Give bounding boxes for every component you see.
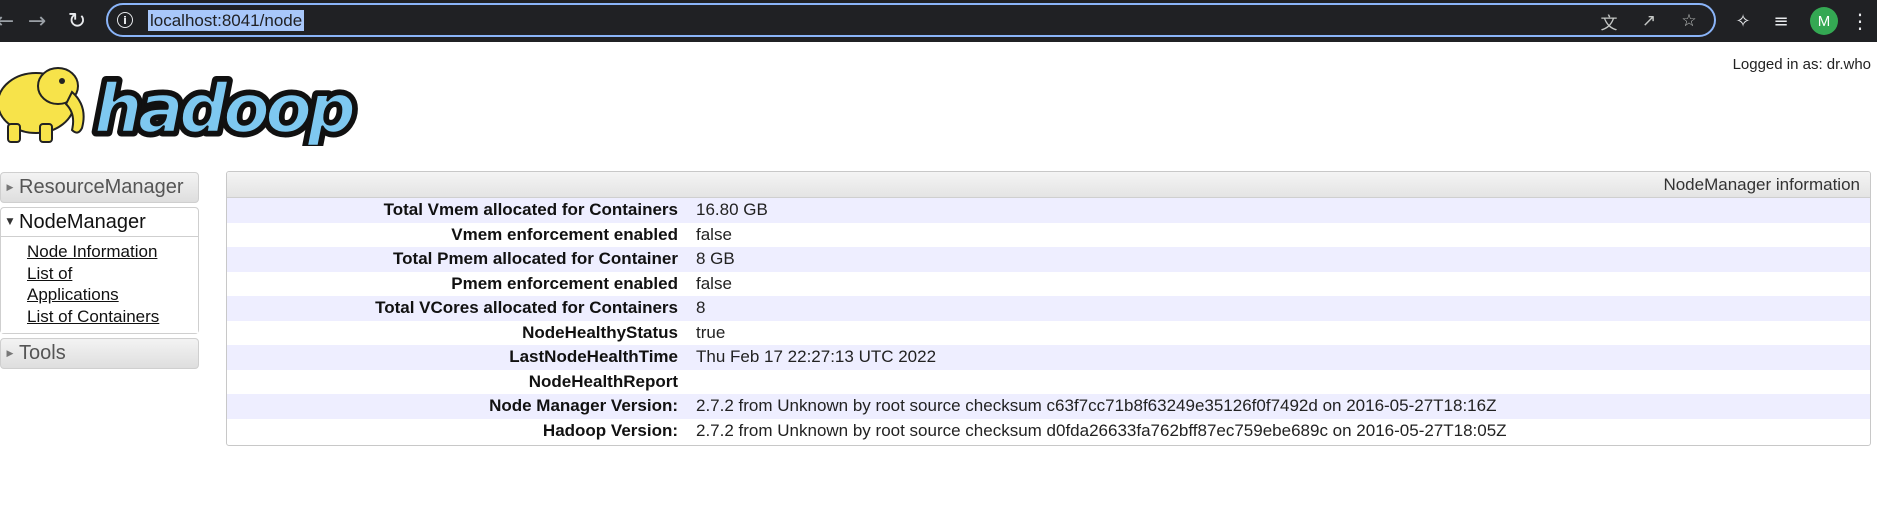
sidebar-header-nodemanager[interactable]: ▼ NodeManager (1, 208, 198, 237)
share-icon[interactable]: ↗ (1638, 10, 1660, 32)
table-row: Hadoop Version: 2.7.2 from Unknown by roo… (227, 418, 1870, 443)
svg-text:hadoop: hadoop (94, 70, 356, 146)
extensions-icon[interactable]: ✧ (1730, 8, 1756, 34)
nodemanager-info-table: NodeManager information Total Vmem alloc… (226, 171, 1871, 446)
row-value: 8 (696, 298, 706, 318)
row-key: Vmem enforcement enabled (451, 224, 678, 244)
sidebar-header-tools[interactable]: ▶ Tools (1, 339, 198, 368)
translate-icon[interactable]: 文 (1598, 10, 1620, 34)
nodemanager-links: Node Information List of Applications Li… (1, 237, 198, 333)
triangle-right-icon: ▶ (6, 348, 14, 359)
table-body: Total Vmem allocated for Containers 16.80… (227, 198, 1870, 443)
sidebar-section-resourcemanager[interactable]: ▶ ResourceManager (0, 172, 199, 203)
browser-toolbar: ← → ↻ i localhost:8041/node 文 ↗ ☆ ✧ ≡ M … (0, 0, 1877, 42)
link-list-of-applications[interactable]: List of Applications (27, 263, 167, 306)
back-arrow-icon[interactable]: ← (0, 6, 20, 36)
row-key: Total Pmem allocated for Container (393, 249, 678, 269)
table-row: Total VCores allocated for Containers 8 (227, 296, 1870, 321)
table-row: Vmem enforcement enabled false (227, 222, 1870, 247)
avatar[interactable]: M (1810, 7, 1838, 35)
row-value: true (696, 322, 726, 342)
row-value: Thu Feb 17 22:27:13 UTC 2022 (696, 347, 937, 367)
sidebar-label[interactable]: Tools (19, 342, 66, 365)
row-key: Total VCores allocated for Containers (375, 298, 678, 318)
sidebar-label[interactable]: ResourceManager (19, 176, 184, 199)
row-key: NodeHealthyStatus (522, 322, 678, 342)
row-value: false (696, 273, 732, 293)
forward-arrow-icon[interactable]: → (22, 6, 52, 36)
row-value: 2.7.2 from Unknown by root source checks… (696, 396, 1497, 416)
sidebar-section-nodemanager: ▼ NodeManager Node Information List of A… (0, 207, 199, 334)
table-row: NodeHealthyStatus true (227, 320, 1870, 345)
table-row: LastNodeHealthTime Thu Feb 17 22:27:13 UT… (227, 345, 1870, 370)
row-key: LastNodeHealthTime (509, 347, 678, 367)
info-icon[interactable]: i (117, 12, 133, 28)
star-icon[interactable]: ☆ (1678, 10, 1700, 32)
table-caption: NodeManager information (227, 172, 1870, 198)
address-bar[interactable]: i localhost:8041/node 文 ↗ ☆ (106, 3, 1716, 37)
row-key: NodeHealthReport (528, 371, 678, 391)
row-key: Pmem enforcement enabled (451, 273, 678, 293)
sidebar-label[interactable]: NodeManager (19, 211, 146, 234)
table-row: NodeHealthReport (227, 369, 1870, 394)
link-list-of-containers[interactable]: List of Containers (27, 306, 167, 328)
sidebar: ▶ ResourceManager ▼ NodeManager Node Inf… (0, 172, 199, 373)
table-row: Total Vmem allocated for Containers 16.80… (227, 198, 1870, 223)
logged-in-status: Logged in as: dr.who (1732, 56, 1871, 73)
triangle-down-icon: ▼ (6, 217, 14, 227)
sidebar-section-tools[interactable]: ▶ Tools (0, 338, 199, 369)
hadoop-logo[interactable]: hadoop hadoop (0, 48, 368, 146)
reload-icon[interactable]: ↻ (62, 6, 92, 36)
url-text[interactable]: localhost:8041/node (148, 10, 305, 31)
row-value: 8 GB (696, 249, 735, 269)
link-node-information[interactable]: Node Information (27, 241, 167, 263)
table-row: Total Pmem allocated for Container 8 GB (227, 247, 1870, 272)
media-icon[interactable]: ≡ (1768, 8, 1794, 34)
row-key: Node Manager Version: (489, 396, 678, 416)
elephant-icon (0, 67, 85, 143)
row-key: Hadoop Version: (542, 420, 678, 440)
triangle-right-icon: ▶ (6, 182, 14, 193)
row-value: 16.80 GB (696, 200, 768, 220)
row-value: 2.7.2 from Unknown by root source checks… (696, 420, 1507, 440)
table-row: Node Manager Version: 2.7.2 from Unknown … (227, 394, 1870, 419)
sidebar-header-resourcemanager[interactable]: ▶ ResourceManager (1, 173, 198, 202)
row-value: false (696, 224, 732, 244)
row-key: Total Vmem allocated for Containers (383, 200, 678, 220)
menu-icon[interactable]: ⋮ (1847, 8, 1873, 34)
table-row: Pmem enforcement enabled false (227, 271, 1870, 296)
